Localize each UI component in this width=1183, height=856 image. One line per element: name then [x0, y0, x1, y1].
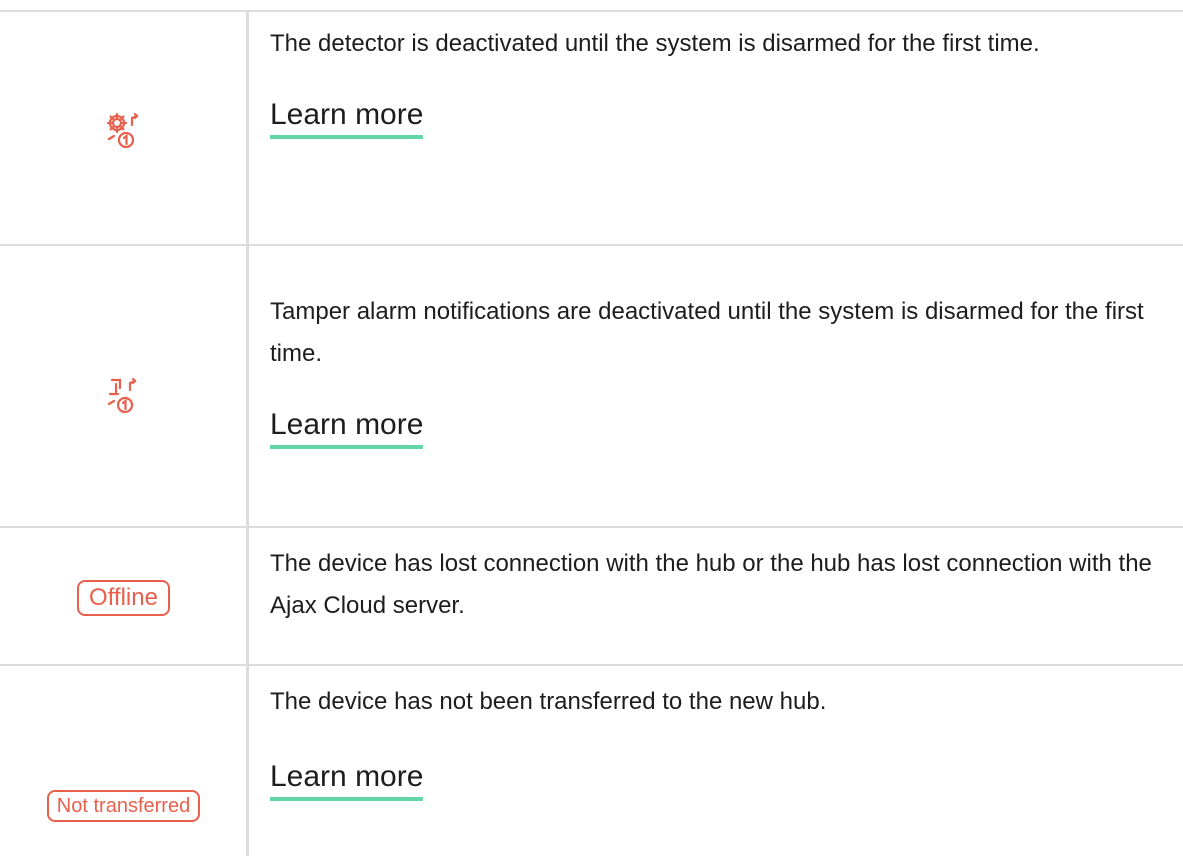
learn-more-link[interactable]: Learn more	[270, 97, 424, 139]
table-row: Not transferred The device has not been …	[0, 666, 1183, 856]
tamper-first-disarm-icon	[102, 376, 146, 416]
learn-more-link[interactable]: Learn more	[270, 407, 424, 449]
row-description: The device has lost connection with the …	[270, 550, 1152, 619]
status-badge-offline: Offline	[77, 580, 170, 616]
gear-first-disarm-icon	[102, 111, 146, 151]
icon-cell: Not transferred	[0, 666, 247, 856]
table-row: Offline The device has lost connection w…	[0, 528, 1183, 664]
icon-cell	[0, 246, 247, 526]
table-row: Tamper alarm notifications are deactivat…	[0, 246, 1183, 526]
row-description: Tamper alarm notifications are deactivat…	[270, 298, 1144, 367]
text-cell: The device has lost connection with the …	[270, 543, 1171, 627]
icon-cell	[0, 12, 247, 244]
row-description: The detector is deactivated until the sy…	[270, 30, 1040, 57]
text-cell: Tamper alarm notifications are deactivat…	[270, 291, 1171, 449]
table-row: The detector is deactivated until the sy…	[0, 12, 1183, 244]
learn-more-link[interactable]: Learn more	[270, 759, 424, 801]
text-cell: The detector is deactivated until the sy…	[270, 23, 1171, 139]
text-cell: The device has not been transferred to t…	[270, 681, 1171, 801]
row-description: The device has not been transferred to t…	[270, 688, 827, 715]
status-badge-not-transferred: Not transferred	[46, 790, 201, 822]
icon-cell: Offline	[0, 528, 247, 664]
